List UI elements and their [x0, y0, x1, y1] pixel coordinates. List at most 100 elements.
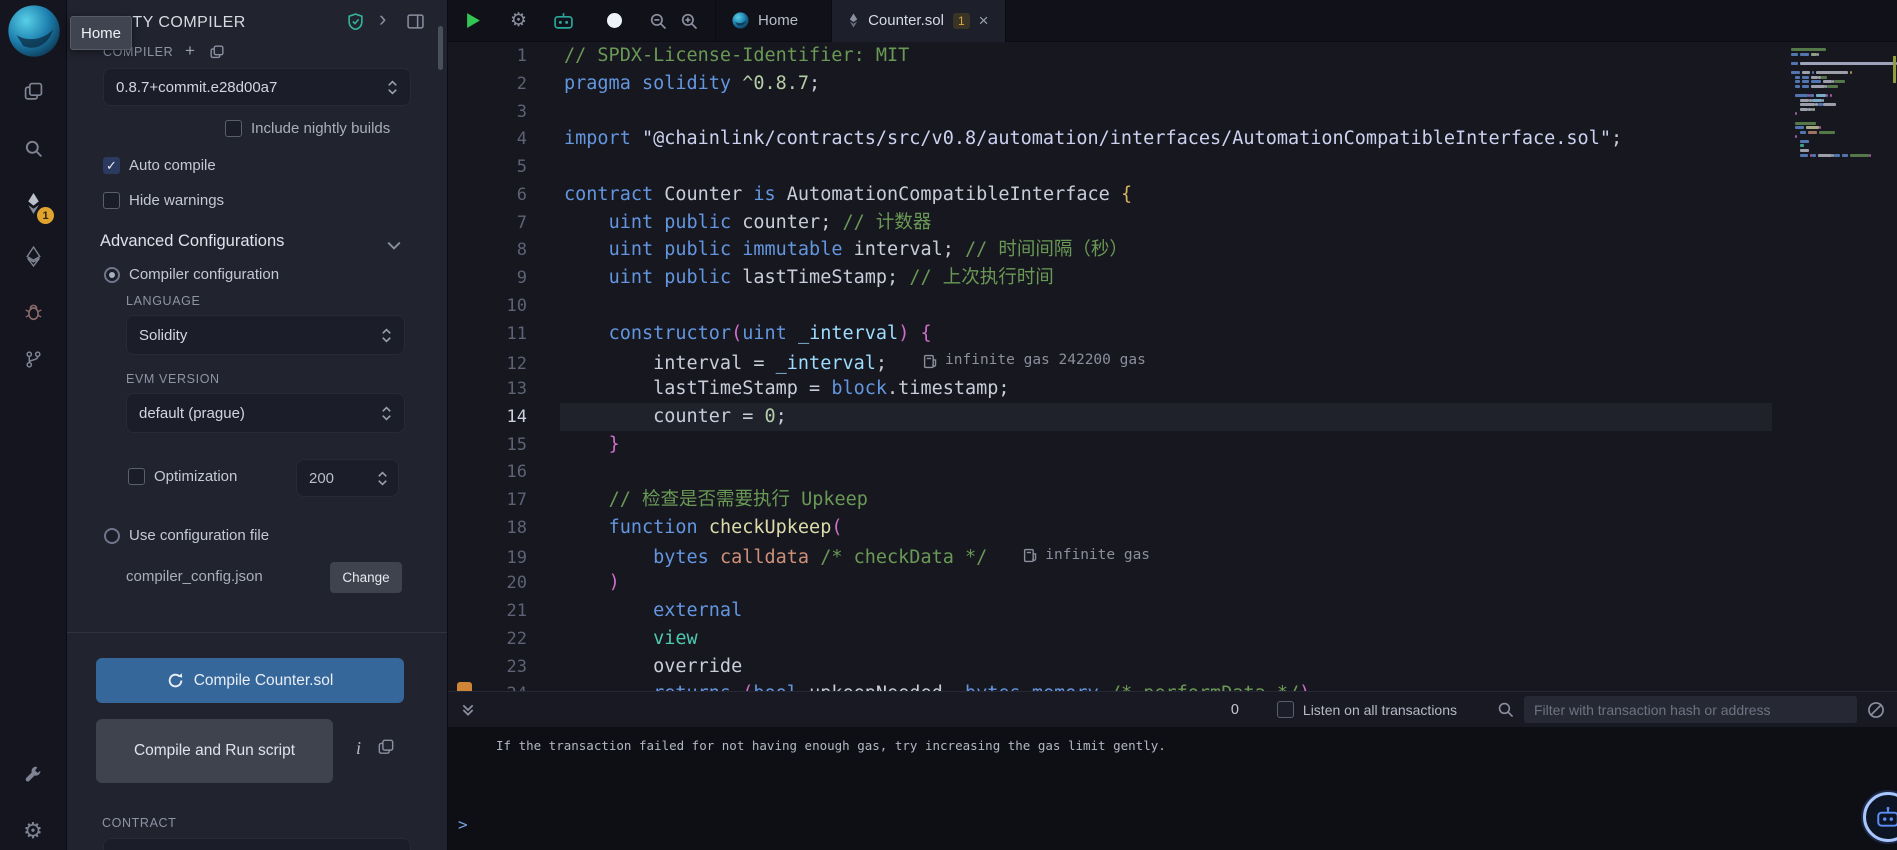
zoom-in-icon[interactable]	[680, 12, 698, 30]
terminal-prompt[interactable]: >	[458, 815, 468, 834]
solidity-file-icon	[849, 13, 858, 28]
code-line[interactable]: 8 uint public immutable interval; // 时间间…	[448, 236, 1897, 264]
code-line[interactable]: 9 uint public lastTimeStamp; // 上次执行时间	[448, 264, 1897, 292]
plus-icon[interactable]: +	[185, 41, 195, 61]
compiler-version-select[interactable]: 0.8.7+commit.e28d00a7	[103, 68, 411, 106]
file-explorer-icon[interactable]	[0, 69, 66, 113]
gear-icon: ⚙	[23, 818, 43, 843]
clear-console-icon[interactable]	[1867, 701, 1885, 719]
home-tooltip: Home	[70, 16, 132, 50]
use-configuration-file-radio[interactable]	[104, 527, 120, 544]
auto-compile-checkbox[interactable]	[103, 157, 120, 174]
editor-settings-gear-icon[interactable]: ⚙	[510, 9, 527, 32]
code-line[interactable]: 14 counter = 0;	[448, 402, 1897, 431]
minimap[interactable]	[1788, 48, 1897, 158]
nightly-builds-checkbox[interactable]	[225, 120, 242, 137]
gas-estimate-hint: infinite gas 242200 gas	[923, 347, 1146, 375]
code-line[interactable]: 22 view	[448, 625, 1897, 653]
evm-version-value: default (prague)	[139, 404, 245, 422]
listen-all-transactions-checkbox[interactable]	[1276, 701, 1294, 718]
hide-warnings-checkbox[interactable]	[103, 192, 120, 209]
info-icon[interactable]: i	[350, 737, 367, 760]
compile-and-run-button[interactable]: Compile and Run script	[96, 719, 333, 783]
updown-icon	[378, 470, 387, 486]
listen-all-transactions-label: Listen on all transactions	[1302, 701, 1457, 718]
panel-scrollbar[interactable]	[438, 26, 443, 70]
code-line[interactable]: 2 pragma solidity ^0.8.7;	[448, 70, 1897, 98]
optimization-runs-input-box	[296, 459, 399, 497]
copy-version-icon[interactable]	[210, 45, 224, 62]
code-action-lightbulb-icon[interactable]	[457, 682, 472, 691]
terminal-log-line: If the transaction failed for not having…	[496, 738, 1166, 753]
contract-select[interactable]	[103, 838, 411, 850]
code-line[interactable]: 23 override	[448, 653, 1897, 681]
git-branch-icon[interactable]	[0, 337, 66, 381]
hide-warnings-label: Hide warnings	[129, 192, 225, 209]
code-line[interactable]: 12 interval = _interval; infinite gas 242…	[448, 347, 1897, 375]
compiler-error-badge: 1	[37, 207, 54, 224]
terminal-header: 0 Listen on all transactions	[448, 691, 1897, 727]
ai-copilot-robot-icon[interactable]	[553, 12, 574, 29]
icon-rail: 1 ⚙	[0, 0, 67, 850]
tab-home-label: Home	[758, 12, 799, 29]
config-file-name: compiler_config.json	[126, 568, 263, 585]
optimization-checkbox[interactable]	[128, 468, 145, 485]
optimization-label: Optimization	[154, 468, 238, 485]
language-select[interactable]: Solidity	[126, 315, 405, 355]
code-line[interactable]: 16	[448, 458, 1897, 486]
terminal-search-icon[interactable]	[1497, 701, 1514, 718]
debugger-icon[interactable]	[0, 289, 66, 333]
panel-layout-icon[interactable]	[407, 14, 424, 32]
optimization-runs-input[interactable]	[307, 468, 362, 488]
compiler-configuration-radio[interactable]	[104, 266, 120, 283]
code-line[interactable]: 6 contract Counter is AutomationCompatibl…	[448, 181, 1897, 209]
search-icon[interactable]	[0, 126, 66, 170]
terminal-body: If the transaction failed for not having…	[448, 727, 1897, 850]
code-line[interactable]: 19 bytes calldata /* checkData */infinit…	[448, 542, 1897, 570]
evm-version-select[interactable]: default (prague)	[126, 393, 405, 433]
code-line[interactable]: 4 import "@chainlink/contracts/src/v0.8/a…	[448, 125, 1897, 153]
zoom-out-icon[interactable]	[649, 12, 667, 30]
change-config-button[interactable]: Change	[330, 562, 402, 593]
gas-estimate-hint: infinite gas	[1023, 542, 1150, 570]
chevron-right-icon[interactable]: ›	[379, 6, 386, 32]
evm-version-label: EVM VERSION	[126, 372, 220, 386]
code-line[interactable]: 5	[448, 153, 1897, 181]
contract-section-label: CONTRACT	[102, 816, 177, 830]
advanced-configurations-title[interactable]: Advanced Configurations	[100, 232, 284, 251]
tab-counter-sol[interactable]: Counter.sol 1 ×	[832, 0, 1006, 42]
code-line[interactable]: 21 external	[448, 597, 1897, 625]
code-line[interactable]: 7 uint public counter; // 计数器	[448, 209, 1897, 237]
deploy-run-icon[interactable]	[0, 234, 66, 278]
transaction-filter-input[interactable]	[1524, 696, 1857, 723]
code-line[interactable]: 15 }	[448, 431, 1897, 459]
main-area: ⚙ Home Counter.sol 1 × 1 // SPDX-License…	[448, 0, 1897, 850]
code-line[interactable]: 17 // 检查是否需要执行 Upkeep	[448, 486, 1897, 514]
code-line[interactable]: 24 returns (bool upkeepNeeded, bytes mem…	[448, 680, 1897, 691]
code-line[interactable]: 11 constructor(uint _interval) {	[448, 320, 1897, 348]
code-line[interactable]: 18 function checkUpkeep(	[448, 514, 1897, 542]
code-line[interactable]: 1// SPDX-License-Identifier: MIT	[448, 42, 1897, 70]
language-value: Solidity	[139, 326, 188, 344]
copilot-toggle[interactable]	[587, 11, 624, 30]
gas-icon	[923, 354, 937, 368]
code-line[interactable]: 3	[448, 98, 1897, 126]
chevron-down-icon[interactable]	[387, 238, 401, 253]
tools-icon[interactable]	[0, 752, 66, 796]
code-line[interactable]: 10	[448, 292, 1897, 320]
copy-icon[interactable]	[378, 739, 394, 758]
solidity-compiler-icon[interactable]: 1	[0, 181, 66, 225]
settings-icon[interactable]: ⚙	[0, 809, 66, 850]
expand-terminal-icon[interactable]	[461, 703, 475, 717]
close-tab-icon[interactable]: ×	[979, 11, 989, 31]
tab-bar: ⚙ Home Counter.sol 1 ×	[448, 0, 1897, 42]
compile-button[interactable]: Compile Counter.sol	[96, 658, 404, 703]
gas-icon	[1024, 548, 1037, 562]
tab-home[interactable]: Home	[716, 0, 814, 42]
code-line[interactable]: 20 )	[448, 569, 1897, 597]
remix-logo-icon[interactable]	[7, 4, 61, 58]
compile-and-run-label: Compile and Run script	[133, 741, 296, 759]
code-line[interactable]: 13 lastTimeStamp = block.timestamp;	[448, 375, 1897, 403]
shield-icon[interactable]	[348, 13, 363, 33]
run-script-icon[interactable]	[466, 12, 481, 29]
